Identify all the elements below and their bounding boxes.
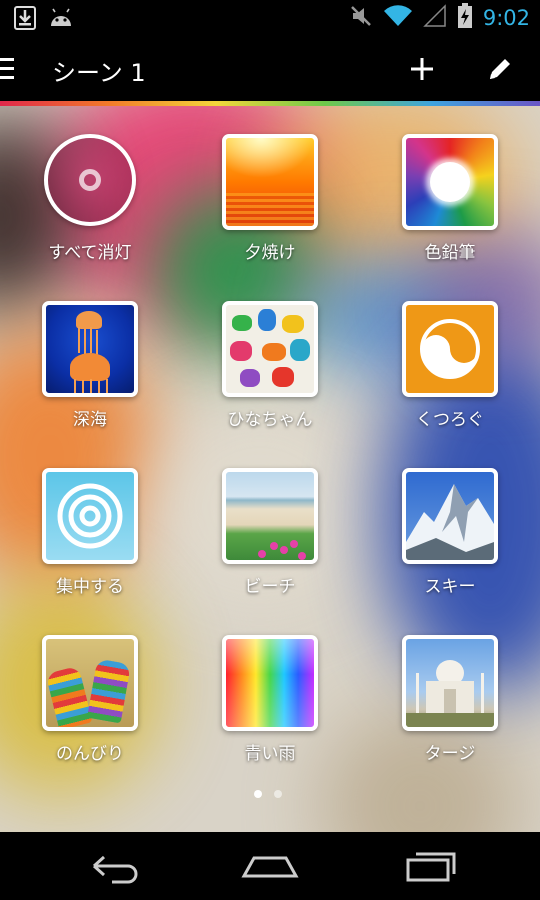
scene-tile-deep-sea[interactable]: 深海: [0, 301, 180, 451]
action-bar: シーン 1: [0, 36, 540, 102]
scene-label: タージ: [424, 744, 476, 764]
scene-tile-beach[interactable]: ビーチ: [180, 468, 360, 618]
scene-label: ビーチ: [244, 577, 296, 597]
scene-tile-sunset[interactable]: 夕焼け: [180, 134, 360, 284]
jellyfish-photo: [42, 301, 138, 397]
beach-photo: [222, 468, 318, 564]
page-title[interactable]: シーン 1: [52, 53, 146, 88]
scene-label: すべて消灯: [48, 243, 132, 263]
wifi-icon: [383, 4, 413, 32]
scene-label: ひなちゃん: [227, 410, 313, 430]
sunset-photo: [222, 134, 318, 230]
status-bar: 9:02: [0, 0, 540, 36]
socks-photo: [42, 635, 138, 731]
handprints-photo: [222, 301, 318, 397]
scene-label: くつろぐ: [416, 410, 484, 430]
rainbow-gradient: [222, 635, 318, 731]
scene-label: のんびり: [56, 744, 124, 764]
scene-label: 色鉛筆: [424, 243, 476, 263]
menu-icon[interactable]: [0, 58, 14, 80]
page-dot-active[interactable]: [254, 790, 262, 798]
mountain-photo: [402, 468, 498, 564]
recent-apps-icon[interactable]: [390, 842, 470, 890]
scene-tile-leisurely[interactable]: のんびり: [0, 635, 180, 785]
scene-tile-hina[interactable]: ひなちゃん: [180, 301, 360, 451]
concentrate-icon: [42, 468, 138, 564]
home-icon[interactable]: [230, 842, 310, 890]
edit-icon[interactable]: [484, 53, 516, 85]
taj-mahal-photo: [402, 635, 498, 731]
page-indicator: [254, 790, 282, 798]
scene-tile-concentrate[interactable]: 集中する: [0, 468, 180, 618]
scene-label: 集中する: [56, 577, 124, 597]
scene-tile-relax[interactable]: くつろぐ: [360, 301, 540, 451]
scene-label: 深海: [73, 410, 107, 430]
scene-tile-ski[interactable]: スキー: [360, 468, 540, 618]
add-icon[interactable]: [406, 53, 438, 85]
battery-charging-icon: [457, 3, 473, 33]
download-icon: [14, 6, 36, 34]
navigation-bar: [0, 832, 540, 900]
colored-pencils-photo: [402, 134, 498, 230]
mute-icon: [349, 4, 373, 32]
scene-tile-taj[interactable]: タージ: [360, 635, 540, 785]
scene-label: スキー: [424, 577, 476, 597]
scene-label: 青い雨: [244, 744, 296, 764]
scene-tile-blue-rain[interactable]: 青い雨: [180, 635, 360, 785]
back-icon[interactable]: [72, 842, 152, 890]
relax-icon: [402, 301, 498, 397]
android-icon: [48, 8, 74, 32]
scene-tile-all-off[interactable]: すべて消灯: [0, 134, 180, 284]
scene-label: 夕焼け: [244, 243, 296, 263]
signal-icon: [423, 4, 447, 32]
power-off-icon: [44, 134, 136, 226]
status-time: 9:02: [482, 6, 530, 30]
scene-tile-colored-pencils[interactable]: 色鉛筆: [360, 134, 540, 284]
page-dot[interactable]: [274, 790, 282, 798]
